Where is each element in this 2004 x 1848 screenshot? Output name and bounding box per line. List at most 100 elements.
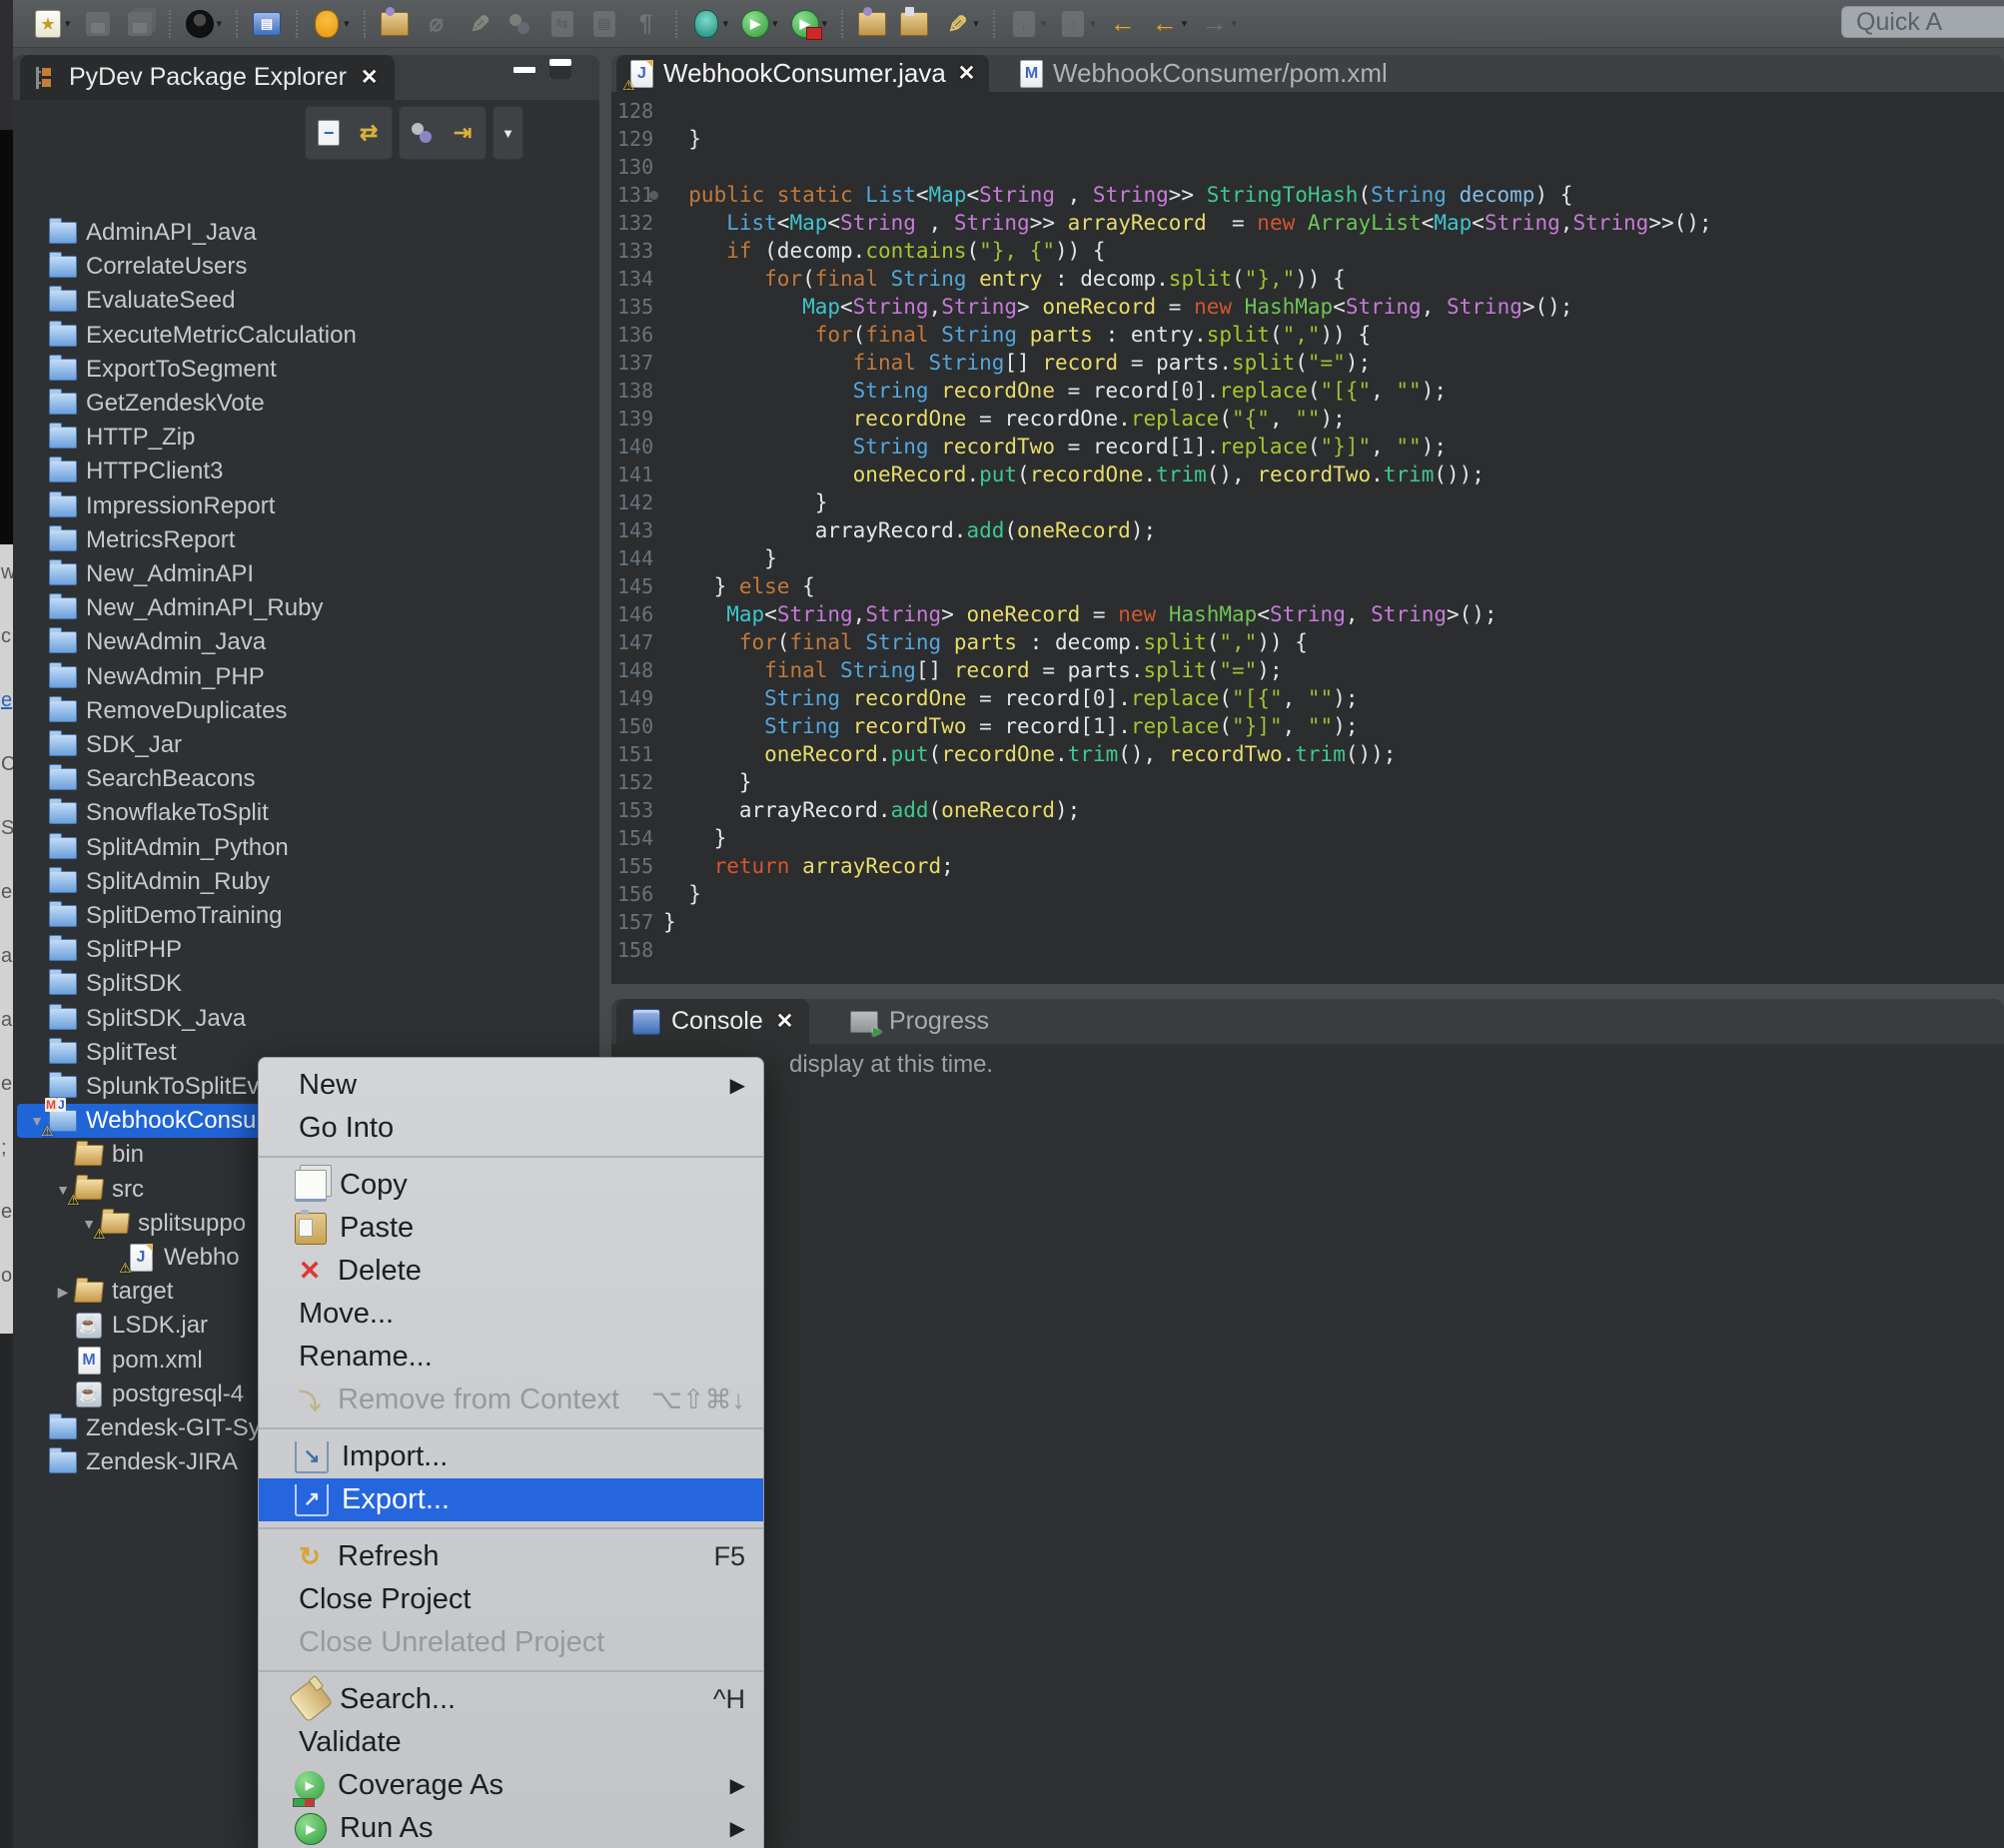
external-tools-button[interactable]: ▶▾ xyxy=(787,6,831,42)
back-history-button[interactable]: ← xyxy=(1105,6,1141,42)
project-folder-icon xyxy=(49,768,77,790)
project-folder-icon xyxy=(49,973,77,995)
tree-item-snowflaketosplit[interactable]: SnowflakeToSplit xyxy=(17,796,593,830)
tree-item-label: RemoveDuplicates xyxy=(86,697,287,725)
tree-item-splitadmin-ruby[interactable]: SplitAdmin_Ruby xyxy=(17,865,593,899)
console-tab-console[interactable]: Console✕ xyxy=(616,999,809,1044)
menu-item-go-into[interactable]: Go Into xyxy=(259,1107,763,1150)
tree-item-label: SplitAdmin_Python xyxy=(86,834,289,862)
menu-item-validate[interactable]: Validate xyxy=(259,1721,763,1764)
quick-access-field[interactable]: Quick A xyxy=(1841,6,2004,38)
tree-item-getzendeskvote[interactable]: GetZendeskVote xyxy=(17,387,593,421)
project-folder-icon xyxy=(49,597,77,619)
menu-item-run-as[interactable]: ▶Run As▶ xyxy=(259,1807,763,1848)
toolbar-separator xyxy=(675,10,677,38)
view-menu-icon[interactable]: ▼ xyxy=(501,126,514,141)
filter-sync-icon[interactable] xyxy=(408,118,438,148)
tree-item-new-adminapi[interactable]: New_AdminAPI xyxy=(17,557,593,591)
menu-item-search[interactable]: Search...^H xyxy=(259,1678,763,1721)
tree-item-newadmin-php[interactable]: NewAdmin_PHP xyxy=(17,660,593,694)
tree-item-metricsreport[interactable]: MetricsReport xyxy=(17,523,593,557)
maximize-view-button[interactable] xyxy=(549,59,571,79)
collapse-all-icon[interactable]: − xyxy=(314,118,344,148)
tree-item-adminapi-java[interactable]: AdminAPI_Java xyxy=(17,216,593,250)
minimize-view-button[interactable] xyxy=(513,67,535,73)
menu-item-new[interactable]: New▶ xyxy=(259,1064,763,1107)
tree-item-icon xyxy=(49,698,77,724)
menu-item-copy[interactable]: Copy xyxy=(259,1164,763,1207)
run-dropdown-icon[interactable]: ▾ xyxy=(772,17,778,30)
chevron-collapsed-icon[interactable]: ▶ xyxy=(53,1284,73,1301)
tree-item-impressionreport[interactable]: ImpressionReport xyxy=(17,489,593,523)
line-number: 139 xyxy=(617,405,653,433)
menu-shortcut: F5 xyxy=(713,1541,745,1572)
line-number: 130 xyxy=(617,153,653,181)
menu-item-move[interactable]: Move... xyxy=(259,1293,763,1336)
menu-item-close-project[interactable]: Close Project xyxy=(259,1578,763,1621)
menu-item-export[interactable]: ↗Export... xyxy=(259,1478,763,1521)
tree-item-http-zip[interactable]: HTTP_Zip xyxy=(17,421,593,455)
menu-item-delete[interactable]: ✕Delete xyxy=(259,1250,763,1293)
customize-view-icon[interactable]: ⇥ xyxy=(448,118,478,148)
user-profile-dropdown-icon[interactable]: ▾ xyxy=(217,17,223,30)
tree-item-correlateusers[interactable]: CorrelateUsers xyxy=(17,250,593,284)
debug-dropdown-icon[interactable]: ▾ xyxy=(344,17,350,30)
tree-item-icon xyxy=(49,459,77,484)
new-wizard-dropdown-icon[interactable]: ▾ xyxy=(65,17,71,30)
back-button[interactable]: ←▾ xyxy=(1147,6,1191,42)
tree-item-icon xyxy=(49,527,77,553)
debug-button[interactable]: ▾ xyxy=(309,6,353,42)
new-wizard-button[interactable]: ★▾ xyxy=(30,6,74,42)
code-area[interactable]: } public static List<Map<String , String… xyxy=(657,92,2004,984)
tree-item-sdk-jar[interactable]: SDK_Jar xyxy=(17,728,593,762)
close-view-icon[interactable]: ✕ xyxy=(361,65,379,90)
highlighter-button[interactable]: ✎▾ xyxy=(938,6,982,42)
menu-item-label: Run As xyxy=(340,1812,434,1845)
external-tools-dropdown-icon[interactable]: ▾ xyxy=(822,17,828,30)
tree-item-exporttosegment[interactable]: ExportToSegment xyxy=(17,353,593,387)
open-folder-icon xyxy=(74,1282,104,1303)
editor-tab-webhookconsumer-java[interactable]: J⚠WebhookConsumer.java✕ xyxy=(616,55,989,92)
run-button[interactable]: ▶▾ xyxy=(737,6,781,42)
tree-item-splitadmin-python[interactable]: SplitAdmin_Python xyxy=(17,831,593,865)
pydev-debug-dropdown-icon[interactable]: ▾ xyxy=(723,17,729,30)
project-folder-icon xyxy=(49,734,77,756)
tree-item-evaluateseed[interactable]: EvaluateSeed xyxy=(17,284,593,318)
menu-item-coverage-as[interactable]: ▶Coverage As▶ xyxy=(259,1764,763,1807)
tree-item-label: target xyxy=(112,1278,173,1306)
menu-separator xyxy=(259,1670,763,1672)
open-console-button[interactable]: ▤ xyxy=(249,6,285,42)
tree-item-new-adminapi-ruby[interactable]: New_AdminAPI_Ruby xyxy=(17,591,593,625)
tree-item-splitdemotraining[interactable]: SplitDemoTraining xyxy=(17,899,593,933)
menu-item-rename[interactable]: Rename... xyxy=(259,1336,763,1379)
menu-item-import[interactable]: ↘Import... xyxy=(259,1435,763,1478)
tree-item-label: Webho xyxy=(164,1244,240,1272)
open-task-button[interactable] xyxy=(377,6,413,42)
editor-tab-webhookconsumer-pom-xml[interactable]: MWebhookConsumer/pom.xml xyxy=(1006,55,1414,92)
close-tab-icon[interactable]: ✕ xyxy=(776,1009,794,1034)
close-tab-icon[interactable]: ✕ xyxy=(958,61,976,86)
tree-item-searchbeacons[interactable]: SearchBeacons xyxy=(17,762,593,796)
tree-item-executemetriccalculation[interactable]: ExecuteMetricCalculation xyxy=(17,319,593,353)
user-profile-button[interactable]: ▾ xyxy=(182,6,226,42)
pydev-debug-button[interactable]: ▾ xyxy=(688,6,732,42)
tab-pydev-package-explorer[interactable]: PyDev Package Explorer ✕ xyxy=(20,55,395,100)
jar-file-icon: ☕ xyxy=(76,1313,102,1339)
menu-item-refresh[interactable]: ↻RefreshF5 xyxy=(259,1535,763,1578)
tree-item-splitsdk-java[interactable]: SplitSDK_Java xyxy=(17,1002,593,1036)
open-element-button[interactable] xyxy=(896,6,932,42)
tree-item-removeduplicates[interactable]: RemoveDuplicates xyxy=(17,694,593,728)
code-line: arrayRecord.add(oneRecord); xyxy=(663,796,1080,824)
back-dropdown-icon[interactable]: ▾ xyxy=(1182,17,1188,30)
link-with-editor-icon[interactable]: ⇄ xyxy=(354,118,384,148)
highlighter-dropdown-icon[interactable]: ▾ xyxy=(973,17,979,30)
tree-item-icon xyxy=(49,1006,77,1032)
tree-item-httpclient3[interactable]: HTTPClient3 xyxy=(17,455,593,488)
open-resource-button[interactable] xyxy=(854,6,890,42)
menu-item-paste[interactable]: Paste xyxy=(259,1207,763,1250)
console-tab-progress[interactable]: Progress xyxy=(834,999,1018,1044)
tree-item-splitphp[interactable]: SplitPHP xyxy=(17,933,593,967)
menu-item-label: Rename... xyxy=(299,1341,433,1374)
tree-item-splitsdk[interactable]: SplitSDK xyxy=(17,967,593,1001)
tree-item-newadmin-java[interactable]: NewAdmin_Java xyxy=(17,625,593,659)
